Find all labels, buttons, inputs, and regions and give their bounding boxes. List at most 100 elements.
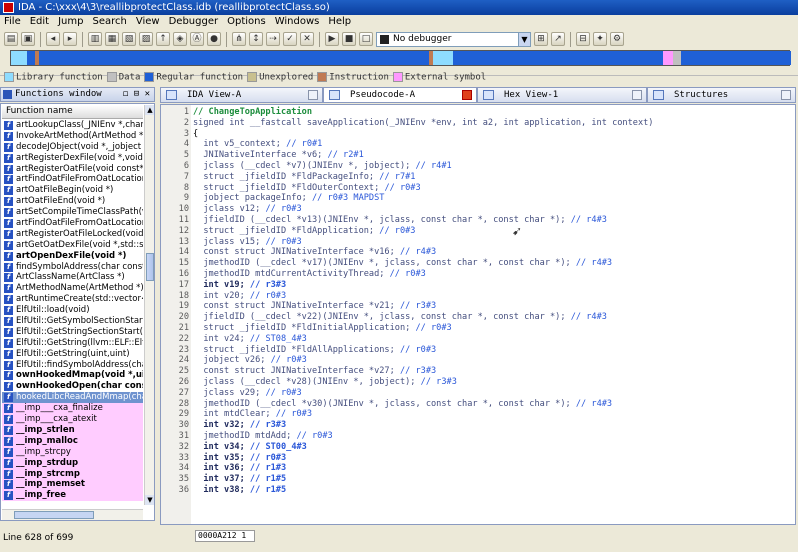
tab-structures[interactable]: Structures <box>647 87 796 103</box>
function-list-item[interactable]: f artRegisterOatFile(void const*) <box>2 164 143 175</box>
function-list-item[interactable]: f ArtMethodName(ArtMethod *) <box>2 283 143 294</box>
function-list-item[interactable]: f __imp_strlen <box>2 424 143 436</box>
menu-search[interactable]: Search <box>93 15 127 29</box>
function-list-item[interactable]: fartRegisterOatFileLocked(void cor <box>2 229 143 240</box>
menu-view[interactable]: View <box>136 15 160 29</box>
close-tab-icon[interactable] <box>308 90 318 100</box>
close-tab-icon[interactable] <box>462 90 472 100</box>
function-list-item[interactable]: fartSetCompileTimeClassPath(void <box>2 207 143 218</box>
functions-horizontal-scrollbar[interactable] <box>2 509 143 520</box>
function-list-item[interactable]: f ownHookedOpen(char const* <box>2 381 143 392</box>
arrow-up-icon[interactable]: ↑ <box>156 32 170 46</box>
menu-jump[interactable]: Jump <box>58 15 83 29</box>
function-list-item[interactable]: f __imp_malloc <box>2 435 143 447</box>
hex-icon[interactable]: ◈ <box>173 32 187 46</box>
menu-edit[interactable]: Edit <box>30 15 49 29</box>
play-icon[interactable]: ▶ <box>325 32 339 46</box>
menu-windows[interactable]: Windows <box>275 15 320 29</box>
function-icon: f <box>4 327 13 337</box>
close-tab-icon[interactable] <box>632 90 642 100</box>
function-list-item[interactable]: f artOpenDexFile(void *) <box>2 251 143 262</box>
debug-run-icon[interactable]: ↗ <box>551 32 565 46</box>
tab-hex-view-1[interactable]: Hex View-1 <box>477 87 647 103</box>
cross-ref-icon[interactable]: ⋔ <box>232 32 246 46</box>
mark-icon[interactable]: ✓ <box>283 32 297 46</box>
scrollbar-thumb[interactable] <box>146 253 154 281</box>
function-list-item[interactable]: f artLookupClass(_JNIEnv *,char co <box>2 120 143 131</box>
open-icon[interactable]: ▤ <box>4 32 18 46</box>
scroll-down-icon[interactable]: ▼ <box>145 495 154 505</box>
function-list-item[interactable]: fElfUtil::GetSymbolSectionStart(uin <box>2 316 143 327</box>
debugger-select[interactable]: No debugger ▼ <box>376 31 531 47</box>
function-list-item[interactable]: fElfUtil::findSymbolAddress(char co <box>2 360 143 371</box>
menu-debugger[interactable]: Debugger <box>169 15 219 29</box>
function-list-item[interactable]: f decodeJObject(void *,_jobject *) <box>2 142 143 153</box>
function-list-item[interactable]: f __imp_strcpy <box>2 446 143 458</box>
code-statement: jmethodID mtdCurrentActivityThread; <box>193 269 390 279</box>
function-list-item[interactable]: fartFindOatFileFromOatLocationLoc <box>2 218 143 229</box>
tab-ida-view-a[interactable]: IDA View-A <box>160 87 323 103</box>
plugin-icon[interactable]: ✦ <box>593 32 607 46</box>
function-list-item[interactable]: f __imp_memset <box>2 479 143 491</box>
function-list-item[interactable]: fhookedLibcReadAndMmap(char co <box>2 392 143 404</box>
jump-icon[interactable]: ⇢ <box>266 32 280 46</box>
sort-icon[interactable]: ↕ <box>249 32 263 46</box>
line-number: 5 <box>183 150 189 161</box>
attach-icon[interactable]: ⊞ <box>534 32 548 46</box>
function-list-item[interactable]: f artOatFileEnd(void *) <box>2 196 143 207</box>
function-name-column-header[interactable]: Function name <box>2 105 143 119</box>
menu-file[interactable]: File <box>4 15 21 29</box>
struct-icon[interactable]: ▧ <box>122 32 136 46</box>
legend-swatch <box>317 71 328 82</box>
navigation-band[interactable] <box>10 50 791 66</box>
function-list-item[interactable]: f findSymbolAddress(char const*) <box>2 262 143 273</box>
scrollbar-thumb[interactable] <box>14 511 94 519</box>
function-list-item[interactable]: f ArtClassName(ArtClass *) <box>2 272 143 283</box>
save-icon[interactable]: ▣ <box>21 32 35 46</box>
function-list-item[interactable]: f __imp___cxa_finalize <box>2 403 143 415</box>
pause-icon[interactable]: ■ <box>342 32 356 46</box>
function-list-item[interactable]: f __imp_free <box>2 490 143 502</box>
function-list-item[interactable]: f ElfUtil::load(void) <box>2 305 143 316</box>
menu-help[interactable]: Help <box>328 15 351 29</box>
code-icon[interactable]: ▥ <box>88 32 102 46</box>
window-controls-icon[interactable]: ◻ ⊟ ✕ <box>123 88 150 101</box>
function-list-item[interactable]: f __imp_strcmp <box>2 468 143 480</box>
function-list-item[interactable]: f artOatFileBegin(void *) <box>2 185 143 196</box>
list-icon[interactable]: ▨ <box>139 32 153 46</box>
function-list-item[interactable]: fartFindOatFileFromOatLocation(vo <box>2 174 143 185</box>
function-list-item[interactable]: f __imp_strdup <box>2 457 143 469</box>
scroll-up-icon[interactable]: ▲ <box>145 105 154 115</box>
function-icon: f <box>4 262 13 272</box>
functions-window-header[interactable]: Functions window ◻ ⊟ ✕ <box>0 87 155 102</box>
pseudocode-view[interactable]: 1 // ChangeTopApplication 2 signed int __fa… <box>160 104 796 525</box>
menu-options[interactable]: Options <box>227 15 266 29</box>
function-list-item[interactable]: fartRuntimeCreate(std::vector<std <box>2 294 143 305</box>
close-tab-icon[interactable] <box>781 90 791 100</box>
function-list-item[interactable]: f ElfUtil::GetString(uint,uint) <box>2 349 143 360</box>
line-number: 14 <box>178 247 189 258</box>
data-icon[interactable]: ▦ <box>105 32 119 46</box>
code-comment: // r3#3 <box>249 279 287 290</box>
layout-icon[interactable]: ⊟ <box>576 32 590 46</box>
function-list-item[interactable]: fartRegisterDexFile(void *,void cor <box>2 153 143 164</box>
code-text: jmethodID (__cdecl *v17)(JNIEnv *, jclas… <box>193 258 612 269</box>
functions-vertical-scrollbar[interactable]: ▲ ▼ <box>144 105 154 505</box>
function-list-item[interactable]: fartGetOatDexFile(void *,std::strin <box>2 240 143 251</box>
function-list-item[interactable]: f InvokeArtMethod(ArtMethod *,vo <box>2 131 143 142</box>
run-icon[interactable]: ● <box>207 32 221 46</box>
forward-icon[interactable]: ▸ <box>63 32 77 46</box>
function-list-item[interactable]: f ownHookedMmap(void *,uint <box>2 370 143 381</box>
tab-pseudocode-a[interactable]: Pseudocode-A <box>323 87 477 103</box>
stop-icon[interactable]: □ <box>359 32 373 46</box>
graph-icon[interactable]: Ⓐ <box>190 32 204 46</box>
line-number: 33 <box>178 452 189 463</box>
code-text: jclass v12; // r0#3 <box>193 204 301 215</box>
chevron-down-icon[interactable]: ▼ <box>518 32 530 46</box>
cancel-icon[interactable]: ✕ <box>300 32 314 46</box>
function-list-item[interactable]: fElfUtil::GetString(llvm::ELF::Elf32_ <box>2 338 143 349</box>
settings-icon[interactable]: ⚙ <box>610 32 624 46</box>
function-list-item[interactable]: fElfUtil::GetStringSectionStart(uint <box>2 327 143 338</box>
function-list-item[interactable]: f __imp___cxa_atexit <box>2 414 143 425</box>
back-icon[interactable]: ◂ <box>46 32 60 46</box>
